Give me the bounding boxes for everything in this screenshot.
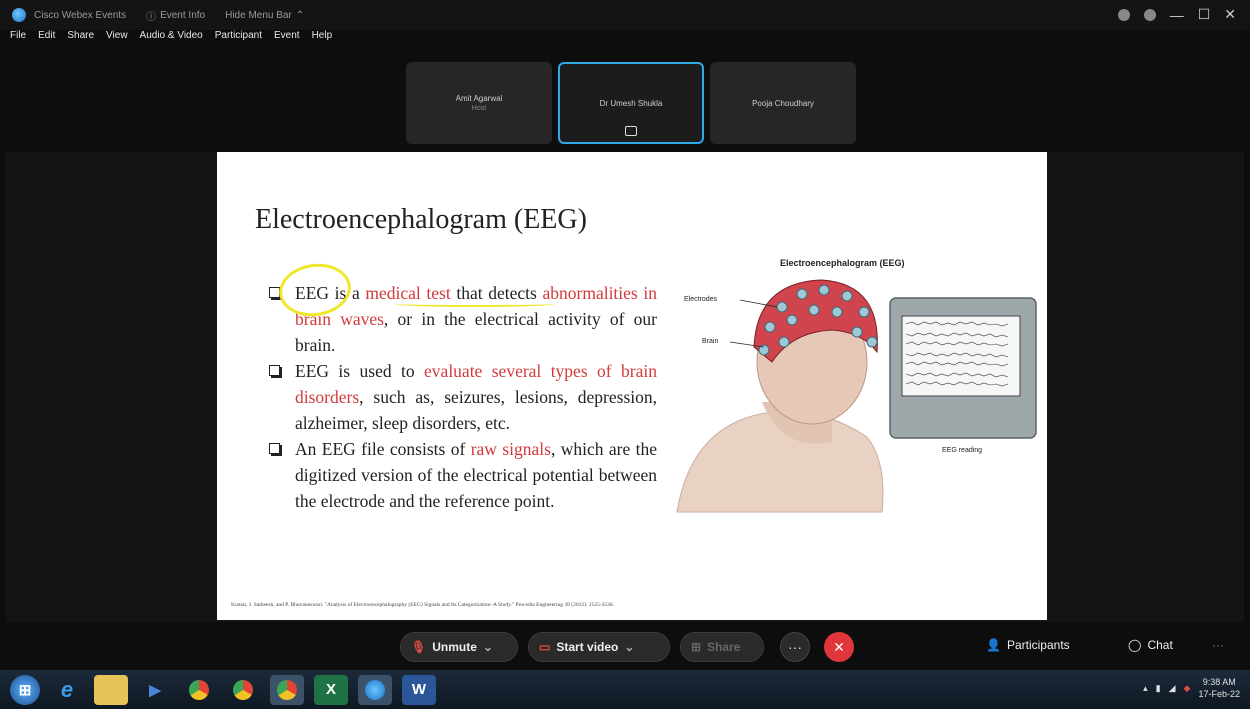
status-icon[interactable]	[1117, 8, 1130, 21]
participant-tile[interactable]: Amit Agarwal Host	[406, 62, 552, 144]
menu-help[interactable]: Help	[312, 30, 333, 46]
participants-icon: 👤	[986, 638, 1001, 652]
unmute-button[interactable]: 🎙 Unmute ⌄	[400, 632, 518, 662]
webex-icon[interactable]	[358, 674, 392, 705]
brain-label: Brain	[702, 338, 719, 345]
hide-menu-bar-label: Hide Menu Bar	[225, 9, 292, 21]
menu-event[interactable]: Event	[274, 30, 300, 46]
info-icon: ⓘ	[146, 11, 157, 23]
chrome-icon[interactable]	[182, 675, 216, 705]
file-explorer-icon[interactable]	[94, 674, 128, 705]
excel-icon[interactable]: X	[314, 674, 348, 705]
maximize-button[interactable]: ☐	[1198, 6, 1211, 23]
windows-start-icon[interactable]: ⊞	[10, 674, 40, 705]
app-name: Cisco Webex Events	[34, 9, 127, 21]
volume-icon[interactable]: ◢	[1169, 683, 1176, 694]
close-icon: ✕	[833, 638, 845, 655]
event-info-label: Event Info	[160, 9, 206, 21]
event-info-button[interactable]: ⓘ Event Info	[146, 8, 205, 23]
settings-icon[interactable]	[1143, 8, 1156, 21]
slide-title: Electroencephalogram (EEG)	[255, 204, 587, 235]
chat-bubble-icon: ◯	[1128, 638, 1142, 652]
figure-title: Electroencephalogram (EEG)	[780, 258, 905, 268]
close-window-button[interactable]: ✕	[1224, 6, 1236, 23]
electrodes-label: Electrodes	[684, 296, 718, 303]
slide-bullet-list: EEG is a medical test that detects abnor…	[267, 280, 657, 514]
checkbox-bullet-icon	[269, 443, 280, 454]
menu-file[interactable]: File	[10, 30, 26, 46]
chevron-down-icon[interactable]: ⌄	[483, 640, 493, 654]
chevron-up-icon: ⌃	[295, 9, 305, 21]
menu-share[interactable]: Share	[67, 30, 94, 46]
yellow-underline-annotation	[395, 301, 555, 307]
share-icon: ⊞	[691, 640, 702, 654]
menu-audio-video[interactable]: Audio & Video	[140, 30, 203, 46]
checkbox-bullet-icon	[269, 365, 280, 376]
unmute-label: Unmute	[432, 640, 477, 654]
webex-logo-icon	[12, 8, 26, 22]
menu-bar: File Edit Share View Audio & Video Parti…	[0, 30, 332, 46]
participant-role: Host	[471, 105, 487, 112]
start-video-label: Start video	[556, 640, 619, 654]
windows-taskbar: ⊞ e ▶ X W ▴ ▮ ◢ ◆ 9:38 AM 17-Feb-22	[0, 670, 1250, 709]
eeg-reading-label: EEG reading	[942, 447, 983, 454]
menu-edit[interactable]: Edit	[38, 30, 55, 46]
video-off-icon: ▭	[539, 640, 551, 654]
minimize-button[interactable]: —	[1170, 7, 1184, 23]
slide-citation: Kumar, J. Satheesh, and P. Bhuvaneswari.…	[231, 602, 615, 608]
more-options-button[interactable]: ···	[780, 632, 810, 662]
bullet-item: An EEG file consists of raw signals, whi…	[267, 436, 657, 514]
participants-button[interactable]: 👤 Participants	[986, 638, 1070, 652]
participant-strip: Amit Agarwal Host Dr Umesh Shukla Pooja …	[406, 62, 856, 144]
clock[interactable]: 9:38 AM 17-Feb-22	[1198, 676, 1240, 700]
word-icon[interactable]: W	[402, 674, 436, 705]
share-button[interactable]: ⊞ Share	[680, 632, 764, 662]
overflow-menu-button[interactable]: ···	[1212, 638, 1224, 652]
chrome-icon[interactable]	[270, 674, 304, 705]
participant-tile-active-speaker[interactable]: Dr Umesh Shukla	[558, 62, 704, 144]
participant-name: Dr Umesh Shukla	[599, 98, 663, 108]
clock-date: 17-Feb-22	[1198, 689, 1240, 699]
window-title-bar: Cisco Webex Events ⓘ Event Info Hide Men…	[0, 0, 1250, 30]
network-icon[interactable]: ▮	[1156, 683, 1161, 694]
leave-meeting-button[interactable]: ✕	[824, 632, 854, 662]
system-tray: ▴ ▮ ◢ ◆ 9:38 AM 17-Feb-22	[1143, 676, 1240, 700]
tray-expand-icon[interactable]: ▴	[1143, 683, 1148, 694]
eeg-figure: Electroencephalogram (EEG) Electrodes Br…	[672, 252, 1042, 522]
sharing-screen-icon	[625, 126, 637, 136]
hide-menu-bar-button[interactable]: Hide Menu Bar ⌃	[225, 10, 304, 21]
participants-label: Participants	[1006, 638, 1070, 652]
clock-time: 9:38 AM	[1202, 677, 1236, 687]
participant-name: Amit Agarwal	[455, 94, 503, 103]
chevron-down-icon[interactable]: ⌄	[624, 640, 634, 654]
chrome-icon[interactable]	[226, 675, 260, 705]
menu-view[interactable]: View	[106, 30, 128, 46]
media-player-icon[interactable]: ▶	[138, 675, 172, 705]
participant-tile[interactable]: Pooja Choudhary	[710, 62, 856, 144]
share-label: Share	[707, 640, 741, 654]
eeg-illustration	[676, 279, 1037, 513]
window-controls: — ☐ ✕	[1117, 6, 1236, 23]
meeting-controls-bar: 🎙 Unmute ⌄ ▭ Start video ⌄ ⊞ Share ··· ✕…	[0, 626, 1250, 666]
microphone-muted-icon: 🎙	[411, 640, 427, 654]
bullet-text: An EEG file consists of raw signals, whi…	[295, 439, 657, 511]
menu-participant[interactable]: Participant	[215, 30, 262, 46]
shared-slide: Electroencephalogram (EEG) EEG is a medi…	[217, 152, 1047, 620]
bullet-text: EEG is used to evaluate several types of…	[295, 361, 657, 433]
security-shield-icon[interactable]: ◆	[1184, 683, 1191, 694]
chat-button[interactable]: ◯ Chat	[1128, 638, 1173, 652]
internet-explorer-icon[interactable]: e	[50, 675, 84, 705]
participant-name: Pooja Choudhary	[752, 98, 814, 108]
bullet-item: EEG is used to evaluate several types of…	[267, 358, 657, 436]
chat-label: Chat	[1147, 638, 1173, 652]
start-video-button[interactable]: ▭ Start video ⌄	[528, 632, 670, 662]
